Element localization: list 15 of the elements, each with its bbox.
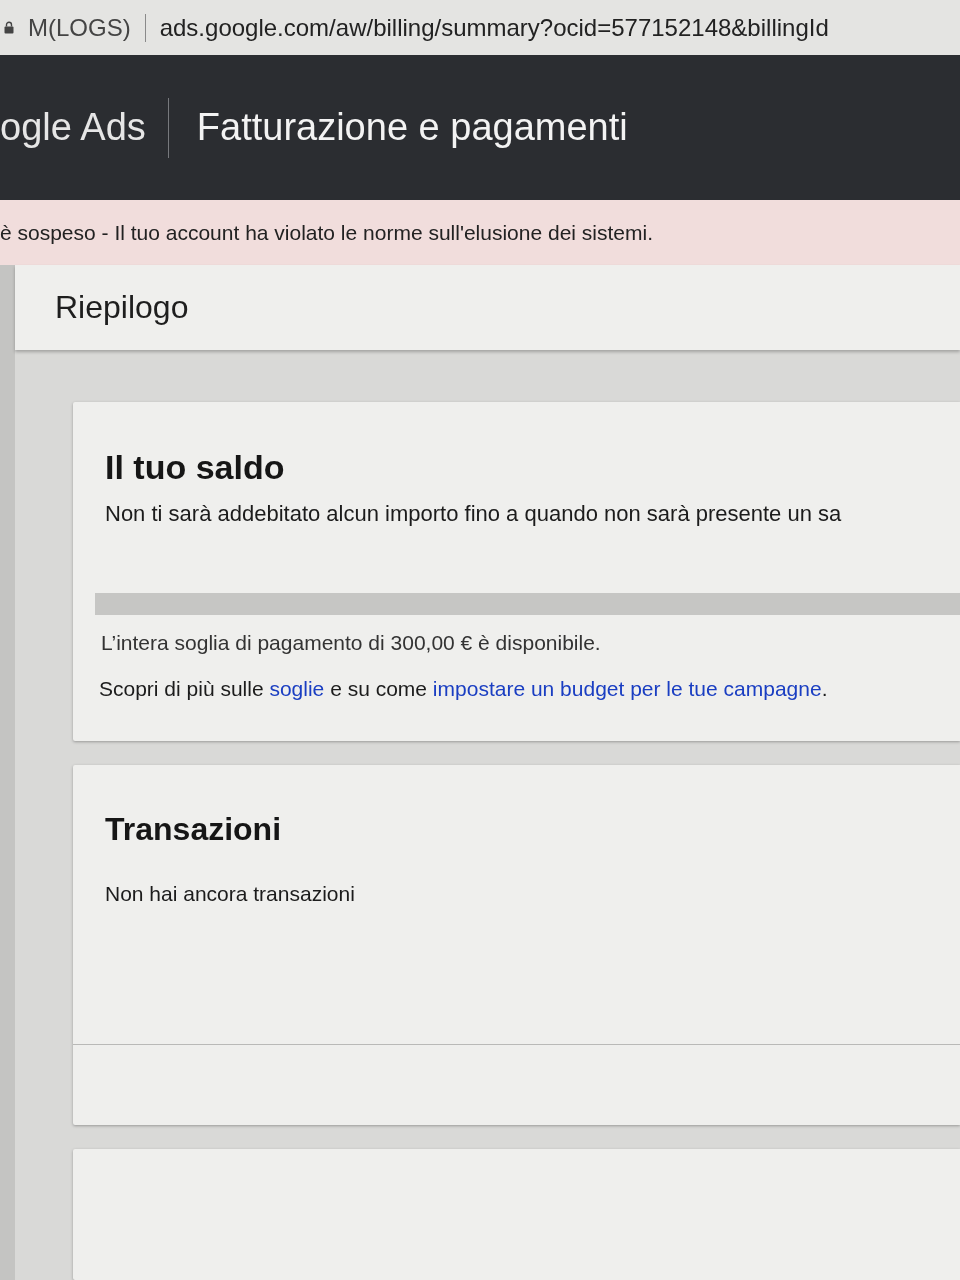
page-title: Fatturazione e pagamenti xyxy=(196,106,628,149)
site-label: M(LOGS) xyxy=(28,13,131,42)
summary-title: Riepilogo xyxy=(55,289,189,326)
learn-more-text: Scopri di più sulle soglie e su come impostare un budget per le tue campagne. xyxy=(99,677,828,701)
alert-message: è sospeso - Il tuo account ha violato le norme sull'elusione dei sistemi. xyxy=(0,220,654,245)
card-title: Transazioni xyxy=(105,811,282,848)
url-text[interactable]: ads.google.com/aw/billing/summary?ocid=577152148&billingId xyxy=(159,13,829,42)
balance-description: Non ti sarà addebitato alcun importo fino a quando non sarà presente un sa xyxy=(105,501,842,527)
empty-message: Non hai ancora transazioni xyxy=(105,882,355,906)
threshold-availability: L’intera soglia di pagamento di 300,00 € è disponibile. xyxy=(101,631,601,655)
help-link[interactable]: impostare un budget per le tue campagne xyxy=(432,677,822,700)
lock-icon xyxy=(4,21,14,34)
help-link[interactable]: soglie xyxy=(269,677,325,700)
card-title: Il tuo saldo xyxy=(105,448,285,487)
product-name[interactable]: ogle Ads xyxy=(0,106,146,149)
